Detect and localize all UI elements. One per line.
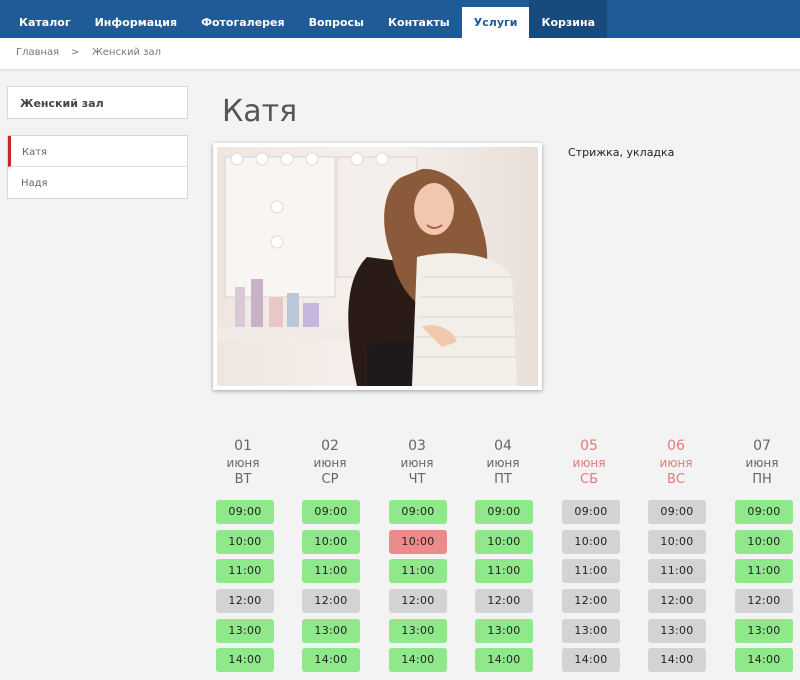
time-slot-busy[interactable]: 14:00	[562, 648, 620, 672]
time-slot-busy[interactable]: 11:00	[648, 559, 706, 583]
day-header: 04 июня ПТ	[473, 438, 533, 488]
nav-information[interactable]: Информация	[83, 0, 190, 38]
breadcrumb: Главная > Женский зал	[0, 38, 800, 70]
time-slot-free[interactable]: 10:00	[475, 530, 533, 554]
time-slot-free[interactable]: 11:00	[389, 559, 447, 583]
sidebar-list: Катя Надя	[7, 135, 188, 199]
day-weekday: ЧТ	[408, 472, 426, 487]
day-weekday: ВТ	[234, 472, 252, 487]
time-slot-busy[interactable]: 14:00	[648, 648, 706, 672]
day-header: 01 июня ВТ	[213, 438, 273, 488]
time-slot-free[interactable]: 10:00	[302, 530, 360, 554]
time-slot-free[interactable]: 14:00	[475, 648, 533, 672]
day-weekday: СР	[321, 472, 339, 487]
day-month: июня	[226, 456, 260, 470]
day-weekday: СБ	[580, 472, 598, 487]
time-slot-free[interactable]: 14:00	[302, 648, 360, 672]
day-weekday: ВС	[667, 472, 685, 487]
day-weekday: ПТ	[494, 472, 512, 487]
time-slot-free[interactable]: 09:00	[302, 500, 360, 524]
sidebar-heading[interactable]: Женский зал	[7, 86, 188, 119]
day-number: 05	[580, 438, 598, 454]
time-slot-busy[interactable]: 09:00	[648, 500, 706, 524]
time-slot-free[interactable]: 14:00	[735, 648, 793, 672]
hairdresser-photo-illustration	[217, 147, 538, 386]
breadcrumb-separator: >	[71, 47, 80, 58]
day-number: 07	[753, 438, 771, 454]
time-slot-busy[interactable]: 12:00	[302, 589, 360, 613]
time-slot-free[interactable]: 13:00	[302, 619, 360, 643]
time-slot-free[interactable]: 09:00	[389, 500, 447, 524]
nav-catalog[interactable]: Каталог	[7, 0, 83, 38]
day-month: июня	[313, 456, 347, 470]
time-slot-free[interactable]: 11:00	[216, 559, 274, 583]
day-number: 01	[234, 438, 252, 454]
nav-cart[interactable]: Корзина	[529, 0, 607, 38]
time-slot-free[interactable]: 13:00	[735, 619, 793, 643]
time-slot-booked[interactable]: 10:00	[389, 530, 447, 554]
page-title: Катя	[222, 94, 298, 129]
master-photo	[213, 143, 542, 390]
day-month: июня	[745, 456, 779, 470]
nav-questions[interactable]: Вопросы	[297, 0, 376, 38]
time-slot-free[interactable]: 10:00	[735, 530, 793, 554]
time-slot-free[interactable]: 11:00	[475, 559, 533, 583]
day-month: июня	[400, 456, 434, 470]
time-slot-free[interactable]: 09:00	[735, 500, 793, 524]
day-number: 02	[321, 438, 339, 454]
time-slot-busy[interactable]: 09:00	[562, 500, 620, 524]
sidebar-item-katya[interactable]: Катя	[8, 136, 187, 167]
day-header: 02 июня СР	[300, 438, 360, 488]
day-number: 03	[408, 438, 426, 454]
time-slot-free[interactable]: 13:00	[216, 619, 274, 643]
day-header: 05 июня СБ	[559, 438, 619, 488]
time-slot-busy[interactable]: 12:00	[735, 589, 793, 613]
time-slot-busy[interactable]: 13:00	[648, 619, 706, 643]
nav-services[interactable]: Услуги	[461, 0, 530, 38]
time-slot-free[interactable]: 13:00	[389, 619, 447, 643]
time-slot-free[interactable]: 14:00	[389, 648, 447, 672]
breadcrumb-current: Женский зал	[92, 47, 162, 58]
nav-photogallery[interactable]: Фотогалерея	[189, 0, 296, 38]
time-slot-busy[interactable]: 12:00	[562, 589, 620, 613]
time-slot-free[interactable]: 09:00	[475, 500, 533, 524]
time-slot-busy[interactable]: 12:00	[389, 589, 447, 613]
sidebar-item-nadya[interactable]: Надя	[8, 167, 187, 198]
day-weekday: ПН	[752, 472, 772, 487]
breadcrumb-home[interactable]: Главная	[16, 47, 59, 58]
top-nav: Каталог Информация Фотогалерея Вопросы К…	[0, 0, 800, 38]
day-month: июня	[572, 456, 606, 470]
time-slot-free[interactable]: 09:00	[216, 500, 274, 524]
time-slot-free[interactable]: 11:00	[735, 559, 793, 583]
time-slot-free[interactable]: 11:00	[302, 559, 360, 583]
time-slot-busy[interactable]: 10:00	[562, 530, 620, 554]
time-slot-free[interactable]: 14:00	[216, 648, 274, 672]
day-number: 06	[667, 438, 685, 454]
time-slot-busy[interactable]: 12:00	[648, 589, 706, 613]
time-slot-busy[interactable]: 12:00	[475, 589, 533, 613]
day-number: 04	[494, 438, 512, 454]
day-month: июня	[659, 456, 693, 470]
service-description: Стрижка, укладка	[568, 146, 675, 159]
day-month: июня	[486, 456, 520, 470]
time-slot-free[interactable]: 13:00	[475, 619, 533, 643]
day-header: 06 июня ВС	[646, 438, 706, 488]
time-slot-busy[interactable]: 12:00	[216, 589, 274, 613]
time-slot-busy[interactable]: 10:00	[648, 530, 706, 554]
day-header: 07 июня ПН	[732, 438, 792, 488]
day-header: 03 июня ЧТ	[387, 438, 447, 488]
time-slot-free[interactable]: 10:00	[216, 530, 274, 554]
time-slot-busy[interactable]: 13:00	[562, 619, 620, 643]
nav-contacts[interactable]: Контакты	[376, 0, 462, 38]
time-slot-busy[interactable]: 11:00	[562, 559, 620, 583]
